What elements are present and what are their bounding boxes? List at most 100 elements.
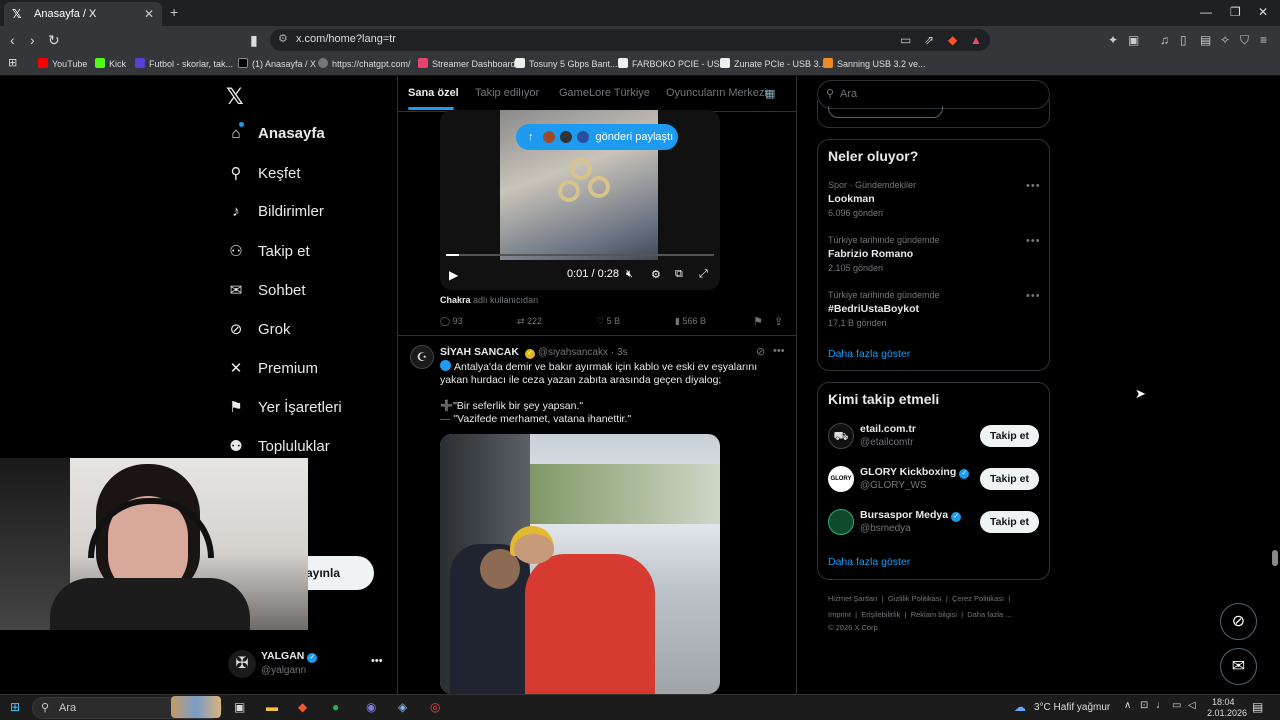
brave-shield-icon[interactable]: ◆ — [948, 33, 957, 47]
close-tab-icon[interactable]: ✕ — [144, 7, 154, 21]
clock-time[interactable]: 18:04 — [1212, 697, 1235, 707]
pip-icon[interactable]: ⧉ — [675, 268, 683, 281]
mute-icon[interactable]: 🔇︎ — [626, 268, 633, 281]
bookmark-youtube[interactable]: YouTube — [38, 58, 87, 69]
trend-name[interactable]: #BedriUstaBoykot — [828, 303, 919, 315]
avatar[interactable]: GLORY — [828, 466, 854, 492]
spotify-icon[interactable]: ● — [332, 700, 339, 714]
nav-notifications[interactable]: ♪ Bildirimler — [228, 203, 324, 220]
trend-menu-icon[interactable]: ••• — [1026, 290, 1041, 302]
footer-link[interactable]: Daha fazla ... — [967, 610, 1011, 619]
post-image[interactable] — [440, 434, 720, 694]
tab-oyuncularin-merkezi[interactable]: Oyuncuların Merkezi — [666, 87, 767, 99]
nav-explore[interactable]: ⚲ Keşfet — [228, 164, 301, 183]
brave-rewards-icon[interactable]: ▲ — [970, 33, 982, 47]
wallet-icon[interactable]: ▤ — [1200, 33, 1211, 47]
taskbar-search[interactable]: ⚲ Ara — [32, 696, 222, 719]
trending-show-more[interactable]: Daha fazla göster — [828, 348, 910, 360]
author-name[interactable]: SİYAH SANCAK — [440, 346, 519, 358]
nav-grok[interactable]: ⊘ Grok — [228, 320, 291, 339]
bookmark-chatgpt[interactable]: https://chatgpt.com/ — [318, 58, 411, 69]
tab-gamelore[interactable]: GameLore Türkiye — [559, 87, 650, 99]
settings-icon[interactable]: ⚙ — [651, 268, 661, 281]
vpn-icon[interactable]: ⛉ — [1240, 33, 1249, 48]
account-name[interactable]: YALGAN ✓ — [261, 650, 318, 663]
windows-start-icon[interactable]: ⊞ — [10, 700, 20, 714]
music-icon[interactable]: ♫ — [1160, 33, 1169, 47]
nav-premium[interactable]: ✕ Premium — [228, 359, 318, 378]
extensions-icon[interactable]: ✦ — [1108, 33, 1118, 47]
back-icon[interactable]: ‹ — [10, 32, 15, 48]
messages-fab-icon[interactable]: ✉ — [1220, 648, 1257, 685]
sidebar-icon[interactable]: ▯ — [1180, 33, 1187, 47]
avatar[interactable]: ✠ — [228, 650, 256, 678]
nav-home[interactable]: ⌂ Anasayfa — [228, 122, 325, 142]
site-info-icon[interactable]: ⚙ — [278, 32, 288, 45]
grok-post-icon[interactable]: ⊘ — [756, 345, 765, 358]
video-progress-track[interactable] — [446, 254, 714, 256]
task-view-icon[interactable]: ▣ — [234, 700, 245, 714]
suggested-name[interactable]: GLORY Kickboxing ✓ — [860, 466, 970, 479]
brave-icon[interactable]: ◆ — [298, 700, 307, 714]
nav-chat[interactable]: ✉ Sohbet — [228, 281, 306, 300]
bookmark-x[interactable]: (1) Anasayfa / X — [238, 58, 316, 69]
bookmark-farboko[interactable]: FARBOKO PCIE - US... — [618, 58, 727, 69]
screenshot-icon[interactable]: ▣ — [1128, 33, 1139, 47]
reload-icon[interactable]: ↻ — [48, 32, 60, 49]
browser-tab[interactable]: 𝕏 Anasayfa / X ✕ — [4, 2, 162, 26]
obs-icon[interactable]: ◎ — [430, 700, 440, 714]
notifications-icon[interactable]: ▤ — [1252, 700, 1263, 714]
trend-name[interactable]: Fabrizio Romano — [828, 248, 913, 260]
account-menu-icon[interactable]: ••• — [371, 655, 383, 667]
network-icon[interactable]: ▭ — [1172, 700, 1181, 711]
avatar[interactable]: ☪ — [410, 345, 434, 369]
share-post-icon[interactable]: ⇪ — [774, 315, 783, 328]
like-button[interactable]: ♡ 5 B — [596, 316, 620, 327]
bookmark-kick[interactable]: Kick — [95, 58, 126, 69]
post-menu-icon[interactable]: ••• — [773, 345, 785, 357]
weather-text[interactable]: 3°C Hafif yağmur — [1034, 702, 1110, 713]
nav-communities[interactable]: ⚉ Topluluklar — [228, 437, 329, 456]
post-time[interactable]: 3s — [617, 347, 628, 358]
suggested-name[interactable]: Bursaspor Medya ✓ — [860, 509, 962, 522]
new-tab-button[interactable]: + — [170, 4, 178, 20]
nav-bookmarks[interactable]: ⚑ Yer İşaretleri — [228, 398, 341, 417]
follow-button[interactable]: Takip et — [980, 425, 1039, 447]
bookmark-zunate[interactable]: Zunate PCIe - USB 3... — [720, 58, 826, 69]
leo-icon[interactable]: ✧ — [1220, 33, 1230, 47]
cast-icon[interactable]: ▭ — [900, 33, 911, 47]
bookmark-streamer-dashboard[interactable]: Streamer Dashboard — [418, 58, 516, 69]
menu-icon[interactable]: ≡ — [1260, 33, 1267, 47]
partial-button[interactable] — [828, 106, 943, 118]
repost-button[interactable]: ⇄ 222 — [517, 316, 542, 327]
trend-menu-icon[interactable]: ••• — [1026, 235, 1041, 247]
tab-for-you[interactable]: Sana özel — [408, 87, 459, 99]
grok-fab-icon[interactable]: ⊘ — [1220, 603, 1257, 640]
discord-icon[interactable]: ◉ — [366, 700, 376, 714]
microphone-icon[interactable]: ♩ — [1156, 700, 1166, 711]
close-window-button[interactable]: ✕ — [1258, 5, 1268, 19]
new-posts-pill[interactable]: ↑ gönderi paylaştı — [516, 124, 678, 150]
play-icon[interactable]: ▶ — [449, 268, 458, 282]
maximize-button[interactable]: ❐ — [1230, 5, 1241, 19]
video-source[interactable]: Chakra adlı kullanıcıdan — [440, 295, 538, 305]
avatar[interactable] — [828, 509, 854, 535]
reply-button[interactable]: ◯ 93 — [440, 316, 463, 327]
apps-icon[interactable]: ⊞ — [8, 56, 17, 69]
x-logo-icon[interactable]: 𝕏 — [226, 84, 244, 110]
trend-name[interactable]: Lookman — [828, 193, 875, 205]
url-field[interactable]: ⚙ x.com/home?lang=tr — [270, 29, 990, 51]
footer-link[interactable]: Hizmet Şartları — [828, 594, 878, 603]
tab-following[interactable]: Takip edilıyor — [475, 87, 539, 99]
nav-follow[interactable]: ⚇ Takip et — [228, 242, 309, 261]
file-explorer-icon[interactable]: ▬ — [266, 700, 278, 714]
views-button[interactable]: ▮ 566 B — [675, 316, 706, 327]
bookmark-sanning[interactable]: Sanning USB 3.2 ve... — [823, 58, 926, 69]
minimize-button[interactable]: — — [1200, 5, 1212, 19]
chevron-up-icon[interactable]: ∧ — [1124, 700, 1131, 711]
author-handle[interactable]: @siyahsancakx — [538, 347, 608, 358]
volume-icon[interactable]: ◁ — [1188, 700, 1196, 711]
avatar[interactable]: ⛟ — [828, 423, 854, 449]
app-icon[interactable]: ◈ — [398, 700, 407, 714]
bookmark-futbol[interactable]: Futbol - skorlar, tak... — [135, 58, 233, 69]
